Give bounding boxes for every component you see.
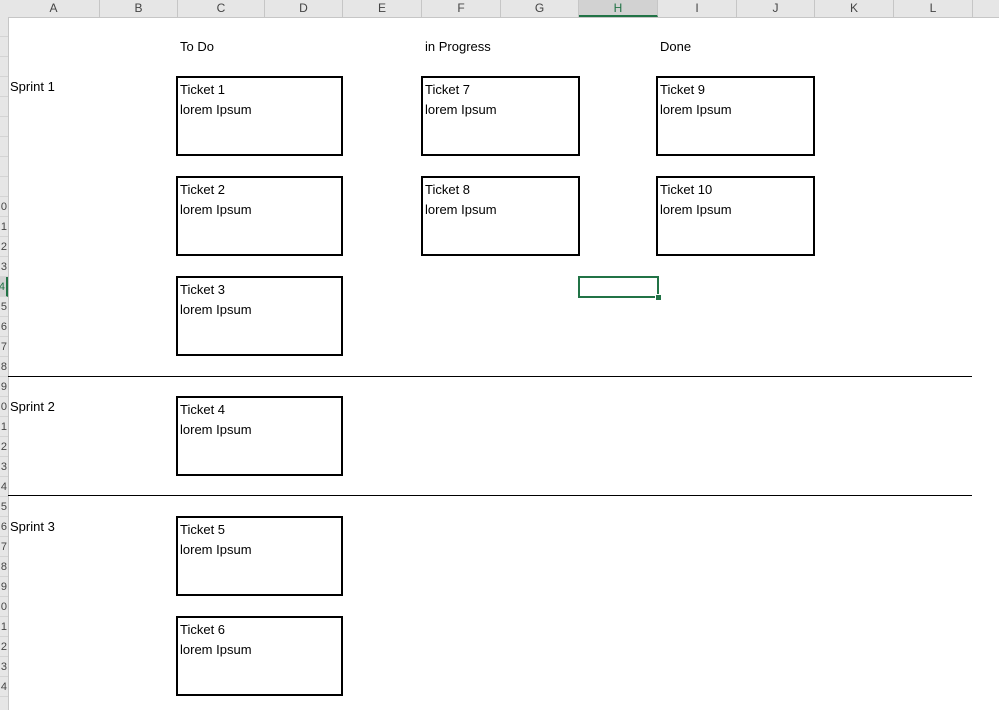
row-header-cell[interactable]: [0, 57, 8, 77]
column-header-c[interactable]: C: [178, 0, 265, 17]
column-header-i[interactable]: I: [658, 0, 737, 17]
row-header-cell[interactable]: 3: [0, 657, 8, 677]
active-cell-selection[interactable]: [578, 276, 659, 298]
fill-handle[interactable]: [655, 294, 662, 301]
row-header-cell[interactable]: 7: [0, 337, 8, 357]
sprint-2-label: Sprint 2: [10, 399, 55, 414]
row-header-cell[interactable]: 6: [0, 517, 8, 537]
column-header-a[interactable]: A: [8, 0, 100, 17]
ticket-title: Ticket 4: [180, 402, 226, 417]
row-header-cell[interactable]: 1: [0, 217, 8, 237]
ticket-title: Ticket 8: [425, 182, 471, 197]
row-header-cell[interactable]: [0, 17, 8, 37]
row-header-cell[interactable]: 8: [0, 357, 8, 377]
ticket-title: Ticket 10: [660, 182, 713, 197]
row-header-cell[interactable]: 0: [0, 397, 8, 417]
column-header-bar: A B C D E F G H I J K L: [0, 0, 999, 18]
column-header-j[interactable]: J: [737, 0, 815, 17]
row-header-cell[interactable]: [0, 97, 8, 117]
row-header-cell[interactable]: 5: [0, 497, 8, 517]
row-header-cell[interactable]: 0: [0, 197, 8, 217]
sprint-divider: [8, 495, 972, 496]
ticket-2[interactable]: Ticket 2 lorem Ipsum: [176, 176, 343, 256]
column-header-b[interactable]: B: [100, 0, 178, 17]
row-header-cell[interactable]: 4: [0, 277, 8, 297]
ticket-body: lorem Ipsum: [180, 202, 252, 217]
ticket-body: lorem Ipsum: [180, 422, 252, 437]
column-header-f[interactable]: F: [422, 0, 501, 17]
row-header-cell[interactable]: 3: [0, 257, 8, 277]
row-header-cell[interactable]: 1: [0, 617, 8, 637]
todo-column-title: To Do: [180, 39, 214, 54]
row-header-cell[interactable]: [0, 697, 8, 710]
ticket-title: Ticket 2: [180, 182, 226, 197]
ticket-3[interactable]: Ticket 3 lorem Ipsum: [176, 276, 343, 356]
row-header-cell[interactable]: [0, 157, 8, 177]
column-header-d[interactable]: D: [265, 0, 343, 17]
ticket-body: lorem Ipsum: [660, 202, 732, 217]
row-header-cell[interactable]: [0, 177, 8, 197]
row-header-cell[interactable]: 4: [0, 477, 8, 497]
sprint-3-label: Sprint 3: [10, 519, 55, 534]
row-header-cell[interactable]: 9: [0, 577, 8, 597]
done-column-title: Done: [660, 39, 692, 54]
row-header-cell[interactable]: 2: [0, 437, 8, 457]
row-header-strip: 0123456789012345678901234: [0, 17, 9, 710]
row-header-cell[interactable]: 7: [0, 537, 8, 557]
column-header-h[interactable]: H: [579, 0, 658, 17]
column-header-m[interactable]: [973, 0, 999, 17]
row-header-cell[interactable]: [0, 137, 8, 157]
ticket-6[interactable]: Ticket 6 lorem Ipsum: [176, 616, 343, 696]
ticket-title: Ticket 3: [180, 282, 226, 297]
ticket-5[interactable]: Ticket 5 lorem Ipsum: [176, 516, 343, 596]
ticket-body: lorem Ipsum: [180, 302, 252, 317]
sprint-divider: [8, 376, 972, 377]
ticket-title: Ticket 6: [180, 622, 226, 637]
column-header-e[interactable]: E: [343, 0, 422, 17]
row-header-cell[interactable]: 2: [0, 237, 8, 257]
row-header-cell[interactable]: 3: [0, 457, 8, 477]
ticket-8[interactable]: Ticket 8 lorem Ipsum: [421, 176, 580, 256]
row-header-cell[interactable]: [0, 37, 8, 57]
row-header-cell[interactable]: 8: [0, 557, 8, 577]
ticket-7[interactable]: Ticket 7 lorem Ipsum: [421, 76, 580, 156]
row-header-cell[interactable]: [0, 117, 8, 137]
column-header-g[interactable]: G: [501, 0, 579, 17]
row-header-cell[interactable]: 4: [0, 677, 8, 697]
spreadsheet-grid[interactable]: A B C D E F G H I J K L 0123456789012345…: [0, 0, 999, 710]
row-header-cell[interactable]: [0, 77, 8, 97]
ticket-title: Ticket 9: [660, 82, 706, 97]
row-header-cell[interactable]: 6: [0, 317, 8, 337]
ticket-1[interactable]: Ticket 1 lorem Ipsum: [176, 76, 343, 156]
column-header-l[interactable]: L: [894, 0, 973, 17]
ticket-body: lorem Ipsum: [425, 202, 497, 217]
ticket-title: Ticket 1: [180, 82, 226, 97]
row-header-cell[interactable]: 1: [0, 417, 8, 437]
ticket-body: lorem Ipsum: [180, 102, 252, 117]
row-header-cell[interactable]: 9: [0, 377, 8, 397]
row-header-cell[interactable]: 2: [0, 637, 8, 657]
ticket-4[interactable]: Ticket 4 lorem Ipsum: [176, 396, 343, 476]
ticket-9[interactable]: Ticket 9 lorem Ipsum: [656, 76, 815, 156]
ticket-body: lorem Ipsum: [660, 102, 732, 117]
ticket-title: Ticket 5: [180, 522, 226, 537]
column-header-k[interactable]: K: [815, 0, 894, 17]
ticket-10[interactable]: Ticket 10 lorem Ipsum: [656, 176, 815, 256]
row-header-cell[interactable]: 5: [0, 297, 8, 317]
ticket-body: lorem Ipsum: [425, 102, 497, 117]
row-header-cell[interactable]: 0: [0, 597, 8, 617]
ticket-body: lorem Ipsum: [180, 642, 252, 657]
in-progress-column-title: in Progress: [425, 39, 491, 54]
ticket-title: Ticket 7: [425, 82, 471, 97]
sprint-1-label: Sprint 1: [10, 79, 55, 94]
ticket-body: lorem Ipsum: [180, 542, 252, 557]
